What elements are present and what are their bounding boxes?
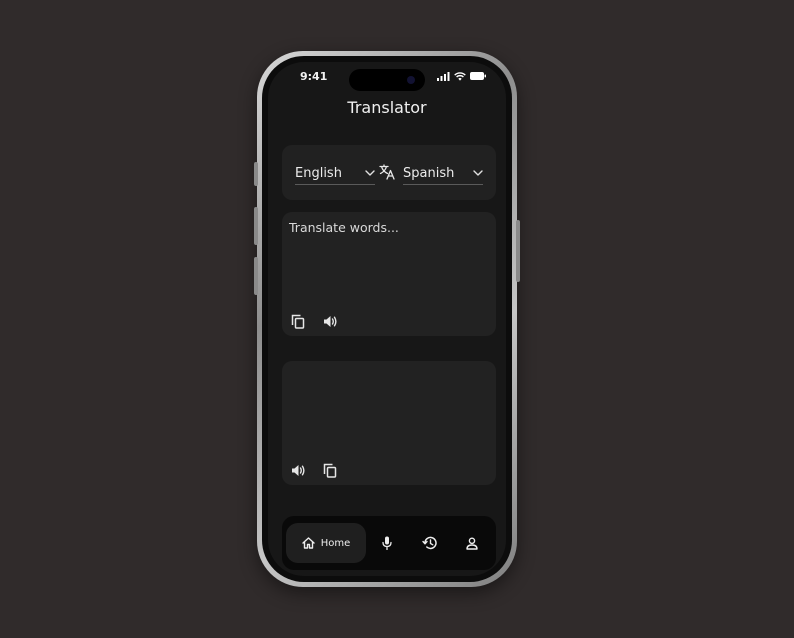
- output-text-card: [282, 361, 496, 485]
- copy-input-button[interactable]: [289, 312, 307, 330]
- home-icon: [302, 537, 315, 549]
- microphone-icon: [382, 536, 392, 550]
- chevron-down-icon: [365, 170, 375, 176]
- source-language-select[interactable]: English: [295, 162, 375, 185]
- page-title: Translator: [347, 98, 427, 117]
- copy-icon: [323, 463, 337, 478]
- battery-icon: [470, 72, 486, 80]
- action-button: [254, 162, 258, 186]
- volume-down-button: [254, 257, 258, 295]
- speak-output-button[interactable]: [289, 461, 307, 479]
- signal-icon: [437, 71, 450, 81]
- bottom-navigation: Home: [282, 516, 496, 570]
- speaker-icon: [323, 315, 337, 327]
- target-language-label: Spanish: [403, 165, 455, 181]
- swap-languages-button[interactable]: [379, 164, 395, 184]
- power-button: [516, 220, 520, 282]
- status-time: 9:41: [300, 70, 328, 83]
- nav-home-label: Home: [320, 537, 351, 549]
- copy-output-button[interactable]: [321, 461, 339, 479]
- speak-input-button[interactable]: [321, 312, 339, 330]
- source-language-label: English: [295, 165, 342, 181]
- chevron-down-icon: [473, 170, 483, 176]
- nav-home-tab[interactable]: Home: [286, 523, 366, 563]
- nav-history-tab[interactable]: [419, 533, 439, 553]
- nav-profile-tab[interactable]: [462, 533, 482, 553]
- profile-icon: [466, 537, 478, 550]
- status-bar: 9:41: [268, 62, 506, 92]
- speaker-icon: [291, 464, 305, 476]
- target-language-select[interactable]: Spanish: [403, 162, 483, 185]
- translate-icon: [379, 164, 395, 180]
- language-selector-card: English Spanish: [282, 145, 496, 200]
- wifi-icon: [454, 71, 466, 81]
- volume-up-button: [254, 207, 258, 245]
- copy-icon: [291, 314, 305, 329]
- nav-voice-tab[interactable]: [377, 533, 397, 553]
- history-icon: [421, 536, 437, 550]
- phone-screen: 9:41 Translator English Spanish Translat…: [268, 62, 506, 576]
- input-placeholder[interactable]: Translate words...: [289, 220, 399, 235]
- status-icons: [437, 71, 486, 81]
- dynamic-island: [349, 69, 425, 91]
- input-text-card[interactable]: Translate words...: [282, 212, 496, 336]
